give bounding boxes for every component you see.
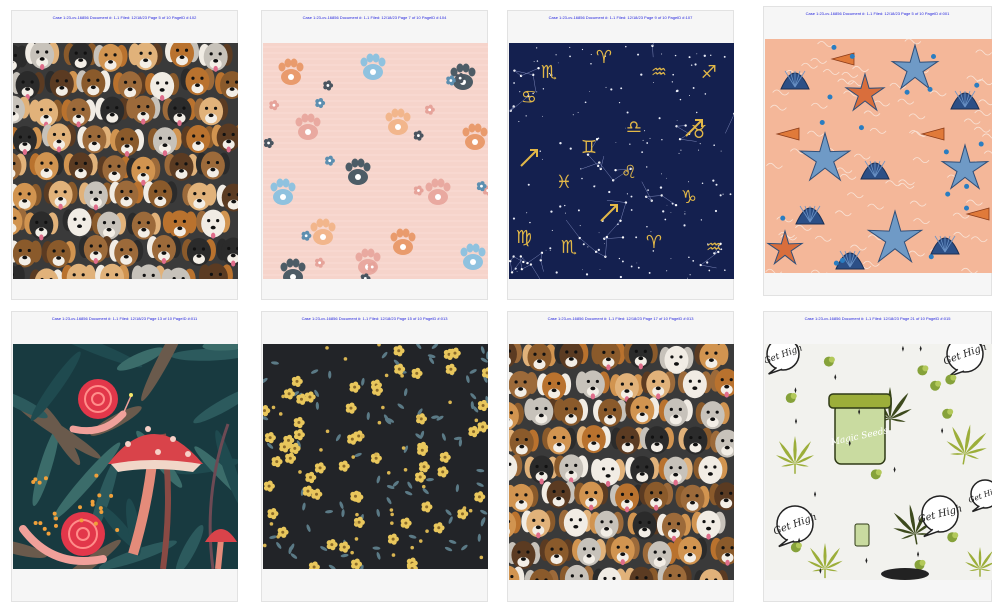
pattern-image-cannabis: Magic Seeds Get High Get High Get High Get H… xyxy=(765,344,992,580)
pattern-image-yellow-flowers xyxy=(263,344,488,569)
svg-text:♉: ♉ xyxy=(691,122,707,143)
page-header-6: Case 1:23-cv-16856 Document #: 1-1 Filed… xyxy=(301,316,448,321)
pattern-image-snails xyxy=(13,344,238,569)
page-header-7: Case 1:23-cv-16856 Document #: 1-1 Filed… xyxy=(547,316,694,321)
svg-text:♈: ♈ xyxy=(596,47,612,68)
document-page-card-2[interactable]: Case 1:23-cv-16856 Document #: 1-1 Filed… xyxy=(261,10,488,300)
document-page-card-8[interactable]: Case 1:23-cv-16856 Document #: 1-1 Filed… xyxy=(763,311,992,602)
document-page-card-6[interactable]: Case 1:23-cv-16856 Document #: 1-1 Filed… xyxy=(261,311,488,602)
svg-text:♒: ♒ xyxy=(706,237,722,258)
svg-text:♓: ♓ xyxy=(556,172,572,193)
page-header-2: Case 1:23-cv-16856 Document #: 1-1 Filed… xyxy=(302,15,447,20)
page-header-5: Case 1:23-cv-16856 Document #: 1-1 Filed… xyxy=(51,316,198,321)
document-page-card-7[interactable]: Case 1:23-cv-16856 Document #: 1-1 Filed… xyxy=(507,311,734,602)
page-header-8: Case 1:23-cv-16856 Document #: 1-1 Filed… xyxy=(804,316,951,321)
document-page-card-1[interactable]: Case 1:23-cv-16856 Document #: 1-1 Filed… xyxy=(11,10,238,300)
pattern-image-dogs-2 xyxy=(509,344,734,580)
svg-text:♐: ♐ xyxy=(701,62,717,83)
page-header-1: Case 1:23-cv-16856 Document #: 1-1 Filed… xyxy=(52,15,197,20)
svg-text:♈: ♈ xyxy=(646,232,662,253)
svg-text:♊: ♊ xyxy=(581,137,597,158)
svg-text:♍: ♍ xyxy=(516,227,532,248)
svg-text:♏: ♏ xyxy=(541,62,557,83)
pattern-image-seashells xyxy=(765,39,992,273)
document-page-card-3[interactable]: Case 1:23-cv-16856 Document #: 1-1 Filed… xyxy=(507,10,734,300)
svg-text:♑: ♑ xyxy=(681,187,697,208)
svg-text:♎: ♎ xyxy=(626,117,642,138)
svg-text:♋: ♋ xyxy=(521,87,537,108)
pattern-image-zodiac: ♏ ♈ ♒ ♐ ♋ ♎ ♊ ♉ ♓ ♌ ♑ ♍ ♏ ♈ ♒ xyxy=(509,43,734,279)
svg-text:♌: ♌ xyxy=(621,162,637,183)
page-header-4: Case 1:23-cv-16856 Document #: 1-1 Filed… xyxy=(805,11,950,16)
pattern-image-dogs xyxy=(13,43,238,279)
svg-text:♏: ♏ xyxy=(561,237,577,258)
pattern-image-paw-prints xyxy=(263,43,488,279)
document-page-card-5[interactable]: Case 1:23-cv-16856 Document #: 1-1 Filed… xyxy=(11,311,238,602)
svg-text:♒: ♒ xyxy=(651,62,667,83)
page-header-3: Case 1:23-cv-16856 Document #: 1-1 Filed… xyxy=(548,15,693,20)
document-page-card-4[interactable]: Case 1:23-cv-16856 Document #: 1-1 Filed… xyxy=(763,6,992,296)
